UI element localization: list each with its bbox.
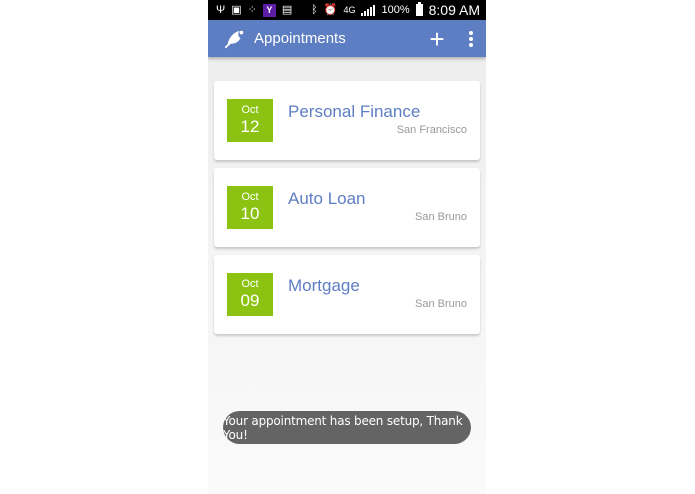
app-logo-icon xyxy=(224,30,244,48)
appointment-location: San Francisco xyxy=(396,124,467,136)
clock: 8:09 AM xyxy=(428,2,480,18)
date-month: Oct xyxy=(241,278,259,290)
network-type: 4G xyxy=(343,4,356,15)
toast-message: Your appointment has been setup, Thank Y… xyxy=(223,411,471,444)
add-appointment-button[interactable]: + xyxy=(422,26,452,52)
image-icon: ▣ xyxy=(231,3,242,16)
status-bar-system: ᛒ ⏰ 4G 100% 8:09 AM xyxy=(311,2,480,18)
date-day: 09 xyxy=(240,291,260,310)
date-day: 12 xyxy=(240,117,260,136)
appointment-card-mortgage[interactable]: Oct 09 Mortgage San Bruno xyxy=(214,255,480,334)
status-bar: Ψ ▣ ⁘ Y ▤ ᛒ ⏰ 4G 100% 8:09 AM xyxy=(208,0,486,20)
appointment-card-auto-loan[interactable]: Oct 10 Auto Loan San Bruno xyxy=(214,168,480,247)
yahoo-icon: Y xyxy=(262,3,276,17)
date-badge: Oct 10 xyxy=(227,186,273,229)
usb-icon: Ψ xyxy=(216,3,226,16)
date-month: Oct xyxy=(241,104,259,116)
phone-screen: Ψ ▣ ⁘ Y ▤ ᛒ ⏰ 4G 100% 8:09 AM Appointmen… xyxy=(208,0,486,494)
signal-icon xyxy=(361,4,376,16)
app-bar: Appointments + xyxy=(208,20,486,57)
battery-percent: 100% xyxy=(381,4,410,16)
date-badge: Oct 09 xyxy=(227,273,273,316)
appointment-location: San Bruno xyxy=(415,211,467,223)
appointment-title: Auto Loan xyxy=(288,189,366,208)
alarm-icon: ⏰ xyxy=(323,3,338,16)
date-month: Oct xyxy=(241,191,259,203)
appointment-card-personal-finance[interactable]: Oct 12 Personal Finance San Francisco xyxy=(214,81,480,160)
overflow-menu-icon[interactable] xyxy=(466,29,476,49)
status-bar-notifications: Ψ ▣ ⁘ Y ▤ xyxy=(216,3,293,17)
date-day: 10 xyxy=(240,204,260,223)
appointment-location: San Bruno xyxy=(415,298,467,310)
sim-icon: ▤ xyxy=(281,3,293,16)
bluetooth-icon: ᛒ xyxy=(311,3,318,16)
appointment-list: Oct 12 Personal Finance San Francisco Oc… xyxy=(208,57,486,334)
battery-icon xyxy=(415,2,423,16)
date-badge: Oct 12 xyxy=(227,99,273,142)
page-title: Appointments xyxy=(254,30,346,47)
dots-icon: ⁘ xyxy=(247,3,257,16)
appointment-title: Personal Finance xyxy=(288,102,421,121)
appointment-title: Mortgage xyxy=(288,276,360,295)
